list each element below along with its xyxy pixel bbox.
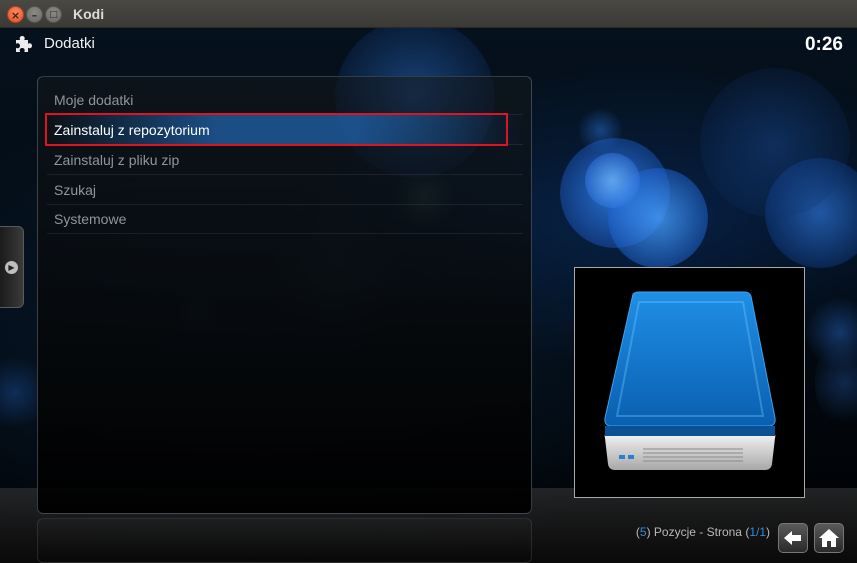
window-minimize-button[interactable]: – [26,6,43,23]
item-count-status: (5) Pozycje - Strona (1/1) [636,525,770,539]
window-titlebar: × – □ Kodi [0,0,857,28]
hard-drive-icon [604,291,776,470]
selection-highlight-box [45,113,508,146]
kodi-stage: Dodatki 0:26 ▶ Moje dodatki Zainstaluj z… [0,28,857,563]
menu-item-install-from-zip[interactable]: Zainstaluj z pliku zip [47,145,523,175]
bg-bubble [578,108,623,153]
page-close: ) [766,525,770,539]
menu-item-my-addons[interactable]: Moje dodatki [47,85,523,115]
window-maximize-button[interactable]: □ [45,6,62,23]
puzzle-icon [16,36,32,52]
page-title: Dodatki [44,35,95,52]
chevron-right-icon: ▶ [5,261,18,274]
page-number: 1/1 [749,525,766,539]
home-button[interactable] [814,523,844,553]
home-icon [819,529,839,547]
side-menu-tab[interactable]: ▶ [0,226,24,308]
bg-bubble [700,68,850,218]
window-title: Kodi [73,6,105,22]
panel-reflection [37,518,532,563]
bg-bubble [585,153,640,208]
item-count: 5 [639,525,647,539]
items-page-label: Pozycje - Strona [650,525,746,539]
menu-item-system[interactable]: Systemowe [47,204,523,234]
back-arrow-icon [784,531,801,545]
addon-thumbnail [574,267,805,498]
back-button[interactable] [778,523,808,553]
clock: 0:26 [804,34,843,55]
window-close-button[interactable]: × [7,6,24,23]
menu-item-search[interactable]: Szukaj [47,175,523,205]
